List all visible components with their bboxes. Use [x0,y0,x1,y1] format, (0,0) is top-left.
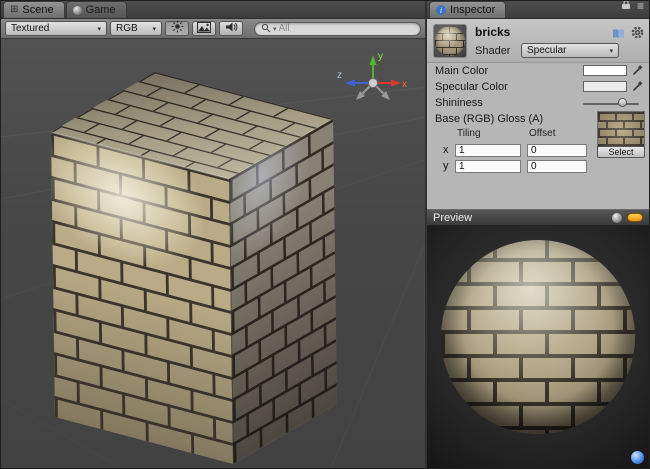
material-preview-thumb [433,24,467,58]
inspector-body: bricks Shader Specular ▾ Main Co [427,19,649,209]
svg-text:x: x [402,79,407,90]
blue-orb-icon [631,451,644,464]
cube-face-left [51,132,233,464]
tiling-y-input[interactable] [455,160,521,173]
menu-icon[interactable]: ≡ [637,0,644,12]
draw-mode-dropdown[interactable]: Textured ▾ [5,21,107,36]
help-icon[interactable] [612,26,625,44]
tab-game[interactable]: Game [66,1,127,18]
specular-color-swatch[interactable] [583,81,627,92]
y-axis-label: y [443,160,449,172]
scene-viewport[interactable]: y x z [1,39,425,468]
eyedropper-icon[interactable] [632,65,643,79]
info-icon: i [436,5,446,15]
draw-mode-value: Textured [11,23,49,34]
shininess-slider-thumb[interactable] [618,98,627,107]
material-sphere [435,26,465,56]
unity-editor-window: ⊞ Scene Game Textured ▾ RGB ▾ [0,0,650,469]
preview-options-icon[interactable] [627,213,643,222]
search-input[interactable] [279,23,414,34]
tab-scene[interactable]: ⊞ Scene [3,1,65,18]
inspector-pane: i Inspector ≡ bricks Shader Specular ▾ [427,1,649,468]
offset-header: Offset [529,128,556,139]
shader-label: Shader [475,45,510,57]
scene-tabstrip: ⊞ Scene Game [1,1,425,19]
preview-mesh-icon[interactable] [612,213,622,223]
tiling-x-input[interactable] [455,144,521,157]
main-color-label: Main Color [435,65,488,77]
shader-value: Specular [527,45,566,56]
shininess-slider-track[interactable] [583,103,639,105]
game-icon [73,6,82,15]
offset-y-input[interactable] [527,160,587,173]
lighting-toggle[interactable] [165,21,189,36]
chevron-down-icon: ▾ [609,47,613,55]
preview-title: Preview [433,212,472,224]
inspector-tabstrip: i Inspector ≡ [427,1,649,19]
scene-grid-icon: ⊞ [10,5,18,15]
skybox-fx-toggle[interactable] [192,21,216,36]
material-name: bricks [475,25,510,39]
main-color-row: Main Color [427,63,649,79]
cube-face-right [229,119,337,464]
search-box[interactable]: ▾ [254,22,421,36]
image-mountains-icon [197,20,211,38]
base-map-label: Base (RGB) Gloss (A) [435,113,543,125]
material-properties: Main Color Specular Color Shininess [427,63,649,169]
scene-pane: ⊞ Scene Game Textured ▾ RGB ▾ [1,1,427,468]
chevron-down-icon: ▾ [273,25,277,33]
tab-game-label: Game [86,4,116,16]
gizmo-center[interactable] [369,79,378,88]
svg-text:y: y [378,51,383,62]
orientation-gizmo[interactable]: y x z [335,47,411,113]
color-mode-dropdown[interactable]: RGB ▾ [110,21,162,36]
svg-text:z: z [337,70,342,81]
gear-icon[interactable] [631,26,644,44]
specular-color-label: Specular Color [435,81,508,93]
chevron-down-icon: ▾ [152,25,156,33]
shader-dropdown[interactable]: Specular ▾ [521,43,619,58]
gizmo-y-axis[interactable]: y [370,51,384,83]
audio-toggle[interactable] [219,21,243,36]
specular-color-row: Specular Color [427,79,649,95]
shininess-label: Shininess [435,97,483,109]
main-color-swatch[interactable] [583,65,627,76]
tiling-header: Tiling [457,128,481,139]
tab-scene-label: Scene [22,4,53,16]
eyedropper-icon[interactable] [632,81,643,95]
chevron-down-icon: ▾ [97,25,101,33]
x-axis-label: x [443,144,449,156]
speaker-icon [225,20,238,38]
scene-toolbar: Textured ▾ RGB ▾ [1,19,425,39]
tiling-y-row: y [427,159,649,175]
material-header: bricks Shader Specular ▾ [427,19,649,63]
color-mode-value: RGB [116,23,138,34]
tab-inspector-label: Inspector [450,4,495,16]
tab-inspector[interactable]: i Inspector [429,1,506,18]
shininess-row: Shininess [427,95,649,111]
preview-sphere[interactable] [441,240,635,434]
gizmo-z-axis[interactable]: z [337,70,373,87]
select-texture-button[interactable]: Select [597,146,645,158]
preview-area [427,226,649,468]
magnifier-icon [261,20,271,38]
offset-x-input[interactable] [527,144,587,157]
preview-header[interactable]: Preview [427,209,649,226]
lock-icon[interactable] [621,0,631,15]
sun-icon [171,20,184,38]
